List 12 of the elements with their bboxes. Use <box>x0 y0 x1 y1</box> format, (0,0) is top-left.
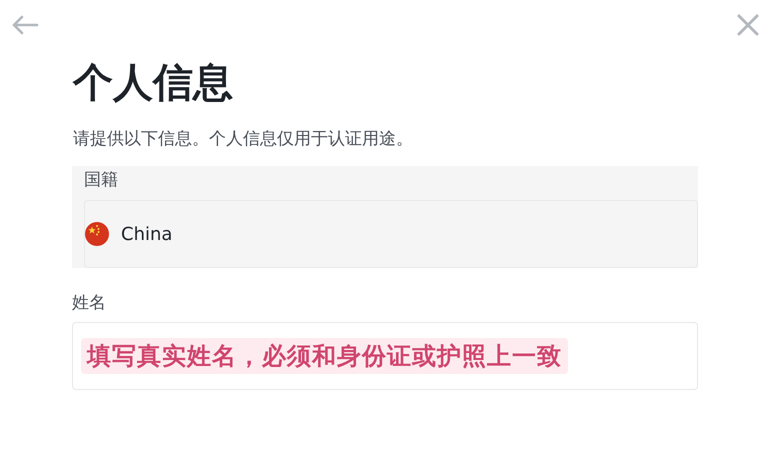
page-title: 个人信息 <box>73 59 234 108</box>
close-icon <box>737 14 759 36</box>
country-name: China <box>121 224 172 244</box>
close-button[interactable] <box>737 14 759 36</box>
annotation-note: 填写真实姓名，必须和身份证或护照上一致 <box>81 338 568 374</box>
field-label: 国籍 <box>84 169 119 191</box>
back-arrow-icon <box>11 15 39 35</box>
back-button[interactable] <box>11 15 39 35</box>
name-field[interactable]: 填写真实姓名，必须和身份证或护照上一致 <box>72 322 698 390</box>
flag-icon <box>85 222 109 246</box>
field-label: 姓名 <box>72 292 106 314</box>
description-text: 请提供以下信息。个人信息仅用于认证用途。 <box>73 128 414 150</box>
